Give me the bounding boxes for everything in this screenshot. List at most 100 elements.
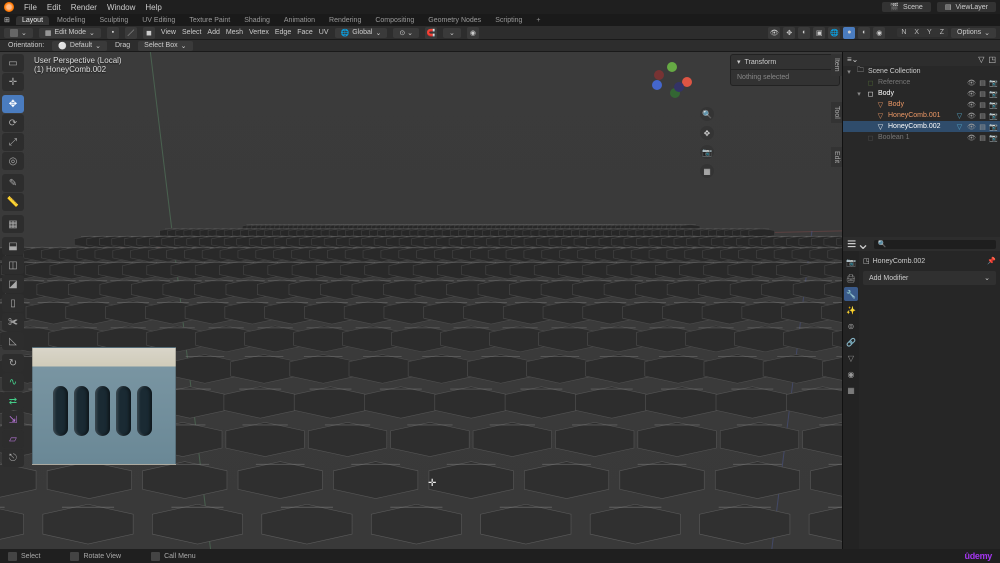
ptab-modifier[interactable]: 🔧 [844, 287, 858, 301]
ptab-texture[interactable]: ▦ [844, 383, 858, 397]
menu-mesh[interactable]: Mesh [226, 29, 243, 36]
tool-extrude[interactable]: ⬓ [2, 237, 24, 255]
overlays-toggle-icon[interactable]: ◐ [798, 27, 810, 39]
filter-icon[interactable]: ▽ [978, 55, 984, 64]
outliner[interactable]: ≡⌄ ▽ ◳ ▾🗀 Scene Collection ◻Reference👁▤📷… [843, 52, 1000, 237]
tool-polybuild[interactable]: ◺ [2, 332, 24, 350]
outliner-search-input[interactable] [874, 240, 996, 249]
outliner-row[interactable]: ▾◻Body👁▤📷 [843, 88, 1000, 99]
tab-sculpting[interactable]: Sculpting [93, 16, 134, 25]
tool-edgeslide[interactable]: ⇄ [2, 392, 24, 410]
menu-render[interactable]: Render [71, 3, 97, 12]
snap-dropdown[interactable]: ⌄ [443, 28, 461, 38]
viewlayer-selector[interactable]: ▤ViewLayer [937, 2, 996, 12]
tool-measure[interactable]: 📏 [2, 193, 24, 211]
vertex-select-icon[interactable]: ▪ [107, 27, 119, 39]
axis-lock-group[interactable]: NXYZ [897, 28, 948, 37]
tool-inset[interactable]: ◫ [2, 256, 24, 274]
transform-orientation[interactable]: 🌐 Global ⌄ [335, 28, 388, 38]
tool-scale[interactable]: ⤢ [2, 133, 24, 151]
outliner-row[interactable]: ▽Body👁▤📷 [843, 99, 1000, 110]
outliner-scene-collection[interactable]: ▾🗀 Scene Collection [843, 66, 1000, 77]
vtab-view[interactable]: Edit [831, 147, 842, 167]
proportional-toggle[interactable]: ◉ [467, 27, 479, 39]
shading-solid-icon[interactable]: ● [843, 27, 855, 39]
menu-file[interactable]: File [24, 3, 37, 12]
outliner-type-icon[interactable]: ≡⌄ [847, 55, 858, 64]
snap-toggle[interactable]: 🧲 [425, 27, 437, 39]
tool-bevel[interactable]: ◪ [2, 275, 24, 293]
add-modifier-button[interactable]: Add Modifier⌄ [863, 271, 996, 285]
editor-type-dropdown[interactable]: ⌄ [4, 28, 33, 38]
menu-edit[interactable]: Edit [47, 3, 61, 12]
new-collection-icon[interactable]: ◳ [988, 55, 996, 64]
tool-addcube[interactable]: ▦ [2, 215, 24, 233]
axis-neg-x-icon[interactable] [654, 70, 664, 80]
tool-spin[interactable]: ↻ [2, 354, 24, 372]
perspective-icon[interactable]: ▦ [700, 164, 714, 178]
tab-modeling[interactable]: Modeling [51, 16, 91, 25]
ptab-physics[interactable]: ⊚ [844, 319, 858, 333]
pan-icon[interactable]: ✥ [700, 126, 714, 140]
outliner-row[interactable]: ▽HoneyComb.002▽👁▤📷 [843, 121, 1000, 132]
outliner-row[interactable]: ▽HoneyComb.001▽👁▤📷 [843, 110, 1000, 121]
ptab-constraints[interactable]: 🔗 [844, 335, 858, 349]
tab-geonodes[interactable]: Geometry Nodes [422, 16, 487, 25]
tool-rip[interactable]: ⎋ [2, 449, 24, 467]
tool-rotate[interactable]: ⟳ [2, 114, 24, 132]
face-select-icon[interactable]: ◼ [143, 27, 155, 39]
menu-select[interactable]: Select [182, 29, 201, 36]
tool-cursor[interactable]: ✛ [2, 73, 24, 91]
vtab-item[interactable]: Item [831, 54, 842, 76]
vtab-tool[interactable]: Tool [831, 102, 842, 123]
tab-scripting[interactable]: Scripting [489, 16, 528, 25]
zoom-icon[interactable]: 🔍 [700, 107, 714, 121]
menu-vertex[interactable]: Vertex [249, 29, 269, 36]
menu-help[interactable]: Help [145, 3, 161, 12]
tab-uv[interactable]: UV Editing [136, 16, 181, 25]
tool-move[interactable]: ✥ [2, 95, 24, 113]
menu-uv[interactable]: UV [319, 29, 329, 36]
tab-add[interactable]: + [530, 16, 546, 25]
mesh-visibility-icon[interactable]: 👁 [768, 27, 780, 39]
pivot-dropdown[interactable]: ⊙ ⌄ [393, 28, 419, 38]
options-dropdown[interactable]: Options ⌄ [951, 28, 996, 38]
ptab-particles[interactable]: ✨ [844, 303, 858, 317]
axis-z-icon[interactable] [652, 80, 662, 90]
navigation-gizmo[interactable] [652, 62, 692, 102]
tab-animation[interactable]: Animation [278, 16, 321, 25]
menu-view[interactable]: View [161, 29, 176, 36]
tool-shear[interactable]: ▱ [2, 430, 24, 448]
chevron-down-icon[interactable]: ▾ [737, 58, 741, 66]
tool-shrink[interactable]: ⇲ [2, 411, 24, 429]
tab-layout[interactable]: Layout [16, 16, 49, 25]
camera-icon[interactable]: 📷 [700, 145, 714, 159]
mode-dropdown[interactable]: ▦Edit Mode ⌄ [39, 28, 101, 38]
edge-select-icon[interactable]: ／ [125, 27, 137, 39]
axis-y-icon[interactable] [667, 62, 677, 72]
tab-texturepaint[interactable]: Texture Paint [183, 16, 236, 25]
3d-viewport[interactable]: ▭ ✛ ✥ ⟳ ⤢ ◎ ✎ 📏 ▦ ⬓ ◫ ◪ ▯ ✀ ◺ ↻ ∿ ⇄ ⇲ ▱ … [0, 52, 842, 549]
tab-compositing[interactable]: Compositing [369, 16, 420, 25]
scene-selector[interactable]: 🎬Scene [882, 2, 931, 12]
tool-knife[interactable]: ✀ [2, 313, 24, 331]
gizmo-toggle-icon[interactable]: ✥ [783, 27, 795, 39]
menu-face[interactable]: Face [297, 29, 313, 36]
tool-transform[interactable]: ◎ [2, 152, 24, 170]
outliner-row[interactable]: ◻Boolean 1👁▤📷 [843, 132, 1000, 143]
shading-rendered-icon[interactable]: ◉ [873, 27, 885, 39]
outliner-row[interactable]: ◻Reference👁▤📷 [843, 77, 1000, 88]
menu-window[interactable]: Window [107, 3, 135, 12]
reference-image[interactable] [32, 347, 176, 465]
pin-icon[interactable]: 📌 [987, 257, 996, 265]
tool-select-tweak[interactable]: ▭ [2, 54, 24, 72]
tool-annotate[interactable]: ✎ [2, 174, 24, 192]
menu-add[interactable]: Add [207, 29, 219, 36]
orientation-value[interactable]: ⚪ Default ⌄ [52, 41, 107, 51]
ptab-render[interactable]: 📷 [844, 255, 858, 269]
tab-rendering[interactable]: Rendering [323, 16, 367, 25]
tool-smooth[interactable]: ∿ [2, 373, 24, 391]
tool-loopcut[interactable]: ▯ [2, 294, 24, 312]
ptab-output[interactable]: 🖨 [844, 271, 858, 285]
xray-toggle-icon[interactable]: ▣ [813, 27, 825, 39]
